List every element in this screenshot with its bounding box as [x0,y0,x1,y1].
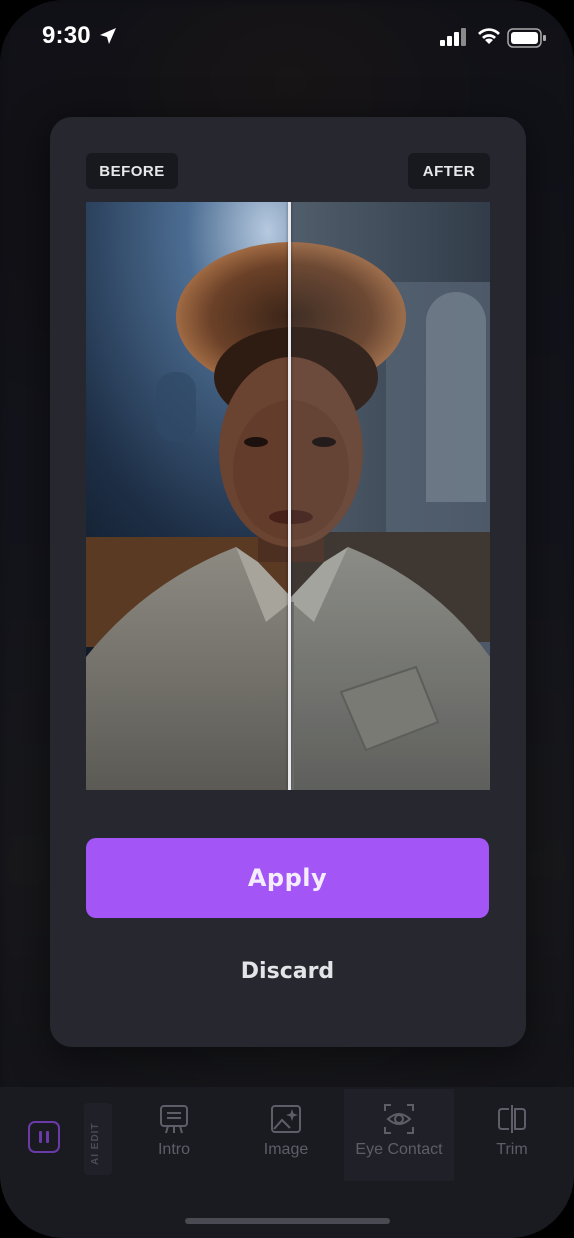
phone-screen: 9:30 BEFORE AFTER Apply Discard AI EDIT … [0,0,574,1238]
battery-icon [507,28,546,48]
after-label: AFTER [408,153,490,189]
pause-button[interactable] [28,1121,60,1153]
ai-edit-label: AI EDIT [90,1122,101,1165]
tool-image[interactable]: Image [250,1103,322,1159]
pause-icon [39,1131,42,1143]
status-time: 9:30 [42,22,91,49]
comparison-divider-handle[interactable] [288,202,291,790]
tool-eye-contact[interactable]: Eye Contact [344,1089,454,1181]
tool-trim[interactable]: Trim [476,1103,548,1159]
ai-edit-tab[interactable]: AI EDIT [84,1103,112,1175]
comparison-image[interactable] [86,202,490,790]
wifi-icon [478,28,500,44]
eye-contact-icon [384,1104,414,1134]
discard-button[interactable]: Discard [86,945,489,997]
before-after-modal: BEFORE AFTER Apply Discard [50,117,526,1047]
trim-icon [498,1105,526,1133]
tool-intro[interactable]: Intro [138,1103,210,1159]
tool-eye-contact-label: Eye Contact [355,1141,443,1158]
bottom-toolbar: AI EDIT Intro Image Eye Contact Trim [0,1087,574,1238]
location-arrow-icon [100,28,116,44]
image-sparkle-icon [271,1105,301,1133]
pause-icon-bar [46,1131,49,1143]
signal-icon [440,28,466,46]
tool-trim-label: Trim [496,1141,528,1158]
apply-button[interactable]: Apply [86,838,489,918]
intro-icon [160,1105,188,1134]
before-label: BEFORE [86,153,178,189]
tool-image-label: Image [263,1141,309,1158]
tool-intro-label: Intro [157,1141,190,1158]
status-bar: 9:30 [0,0,574,76]
home-indicator[interactable] [185,1218,390,1224]
